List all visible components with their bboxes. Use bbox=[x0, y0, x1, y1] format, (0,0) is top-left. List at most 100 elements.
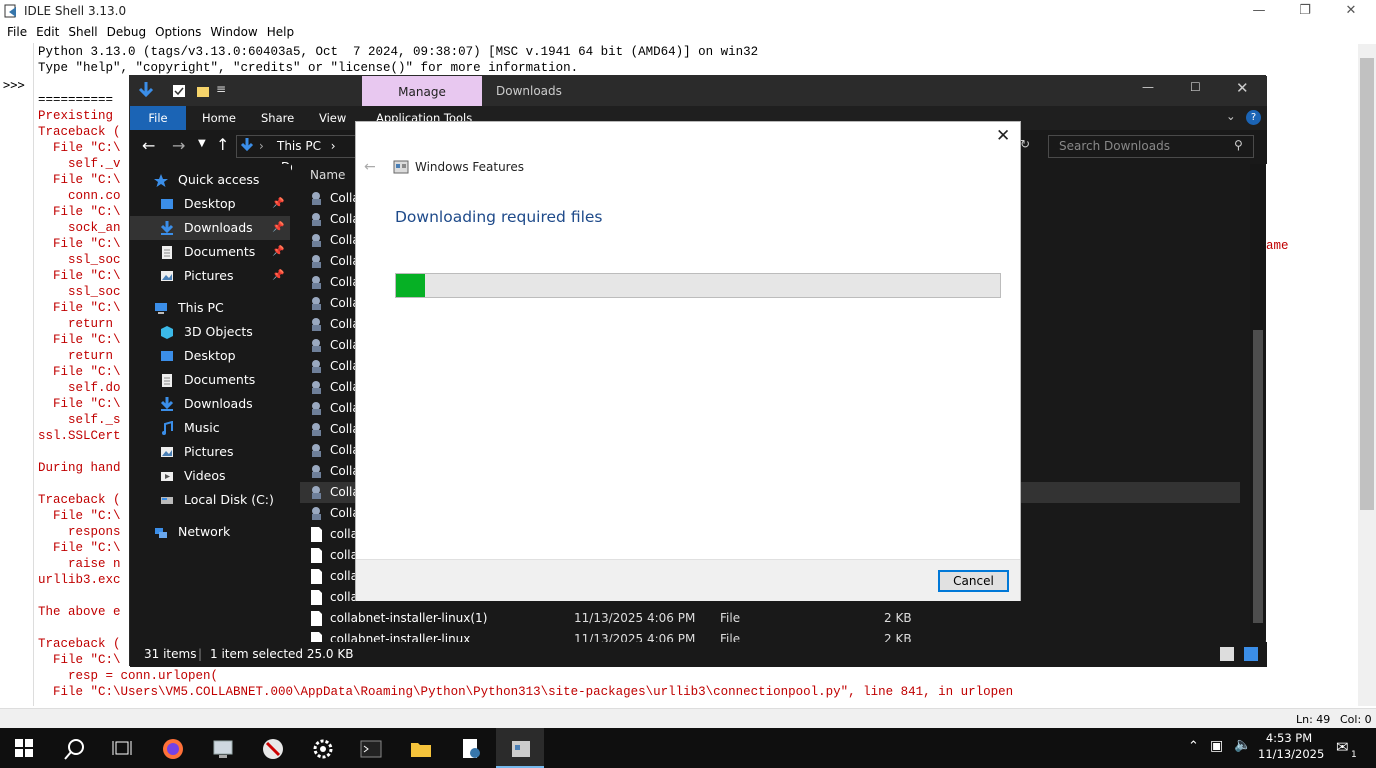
taskbar-terminal[interactable] bbox=[346, 728, 394, 768]
nav-item-downloads[interactable]: Downloads 📌 bbox=[130, 216, 290, 240]
qat-dropdown-icon[interactable]: ≡ bbox=[216, 82, 226, 96]
clock[interactable]: 4:53 PM 11/13/2025 bbox=[1258, 730, 1324, 762]
nav-item-3d-objects[interactable]: 3D Objects bbox=[130, 320, 290, 344]
nav-item-desktop[interactable]: Desktop 📌 bbox=[130, 192, 290, 216]
file-list-scrollbar[interactable] bbox=[1250, 164, 1266, 640]
recent-chevron-icon[interactable]: ▼ bbox=[198, 138, 206, 149]
nav-item-network[interactable]: Network bbox=[130, 520, 290, 544]
minimize-button[interactable]: — bbox=[1142, 80, 1154, 94]
tab-share[interactable]: Share bbox=[261, 106, 294, 130]
installer-icon bbox=[312, 234, 321, 247]
tab-file[interactable]: File bbox=[130, 106, 186, 130]
download-location-icon bbox=[240, 138, 254, 152]
minimize-button[interactable]: — bbox=[1236, 0, 1282, 22]
tab-view[interactable]: View bbox=[319, 106, 346, 130]
taskbar-windows-features[interactable] bbox=[496, 728, 544, 768]
chevron-down-icon[interactable]: ⌄ bbox=[1226, 109, 1236, 123]
explorer-status-bar: 31 items | 1 item selected 25.0 KB bbox=[130, 642, 1267, 667]
nav-item-label: This PC bbox=[178, 300, 224, 315]
nav-item-desktop[interactable]: Desktop bbox=[130, 344, 290, 368]
volume-muted-icon[interactable]: 🔈 bbox=[1234, 737, 1251, 753]
nav-item-downloads[interactable]: Downloads bbox=[130, 392, 290, 416]
manage-tab[interactable]: Manage bbox=[362, 76, 482, 106]
file-name: colla bbox=[330, 569, 358, 583]
menu-shell[interactable]: Shell bbox=[61, 23, 97, 39]
nav-item-local-disk-c[interactable]: Local Disk (C:) bbox=[130, 488, 290, 512]
download-progress-bar bbox=[395, 273, 1001, 298]
nav-item-videos[interactable]: Videos bbox=[130, 464, 290, 488]
search-button[interactable] bbox=[50, 728, 98, 768]
up-arrow-icon[interactable]: ↑ bbox=[216, 135, 229, 154]
idle-scrollbar[interactable] bbox=[1358, 44, 1376, 706]
forward-arrow-icon[interactable]: → bbox=[172, 136, 185, 155]
installer-icon bbox=[312, 444, 321, 457]
pc-icon bbox=[155, 303, 167, 314]
menu-debug[interactable]: Debug bbox=[100, 23, 146, 39]
pin-icon: 📌 bbox=[272, 222, 285, 233]
nav-item-label: Local Disk (C:) bbox=[184, 492, 274, 507]
pictures-icon bbox=[161, 271, 173, 281]
nav-item-documents[interactable]: Documents bbox=[130, 368, 290, 392]
task-view-button[interactable] bbox=[98, 728, 146, 768]
scroll-thumb[interactable] bbox=[1360, 58, 1374, 510]
taskbar-firefox[interactable] bbox=[148, 728, 196, 768]
file-type: File bbox=[720, 611, 741, 625]
large-icons-view-icon[interactable] bbox=[1244, 647, 1258, 661]
back-arrow-icon[interactable]: ← bbox=[364, 159, 376, 175]
new-folder-icon[interactable] bbox=[196, 84, 210, 98]
dialog-heading: Downloading required files bbox=[395, 208, 603, 226]
taskbar-remote-desktop[interactable] bbox=[198, 728, 246, 768]
search-icon[interactable]: ⚲ bbox=[1234, 138, 1243, 152]
nav-item-quick-access[interactable]: Quick access bbox=[130, 168, 290, 192]
nav-item-music[interactable]: Music bbox=[130, 416, 290, 440]
menu-help[interactable]: Help bbox=[260, 23, 294, 39]
network-icon[interactable]: ▣ bbox=[1210, 738, 1223, 754]
search-input[interactable]: Search Downloads bbox=[1048, 135, 1254, 158]
installer-icon bbox=[312, 339, 321, 352]
nav-item-pictures[interactable]: Pictures 📌 bbox=[130, 264, 290, 288]
cancel-button[interactable]: Cancel bbox=[938, 570, 1009, 592]
tab-home[interactable]: Home bbox=[202, 106, 236, 130]
file-icon bbox=[311, 611, 322, 626]
show-hidden-icons-icon[interactable]: ⌃ bbox=[1188, 739, 1199, 754]
back-arrow-icon[interactable]: ← bbox=[142, 136, 155, 155]
breadcrumb-this-pc[interactable]: This PC bbox=[277, 139, 321, 153]
properties-icon[interactable] bbox=[172, 84, 186, 98]
address-bar[interactable]: › This PC › Do bbox=[236, 135, 356, 174]
nav-item-this-pc[interactable]: This PC bbox=[130, 296, 290, 320]
shell-line: resp = conn.urlopen( bbox=[38, 669, 219, 683]
dialog-close-button[interactable]: ✕ bbox=[996, 126, 1010, 146]
download-arrow-icon[interactable] bbox=[138, 82, 154, 100]
help-icon[interactable]: ? bbox=[1246, 110, 1261, 125]
idle-menu-bar: File Edit Shell Debug Options Window Help bbox=[0, 23, 296, 43]
taskbar-app[interactable] bbox=[248, 728, 296, 768]
menu-edit[interactable]: Edit bbox=[29, 23, 59, 39]
windows-features-icon bbox=[512, 741, 530, 757]
installer-icon bbox=[312, 423, 321, 436]
nav-item-documents[interactable]: Documents 📌 bbox=[130, 240, 290, 264]
maximize-button[interactable]: ❐ bbox=[1282, 0, 1328, 22]
prompt: >>> bbox=[3, 78, 25, 92]
notification-center-icon[interactable]: ✉ bbox=[1336, 738, 1349, 756]
status-separator: | bbox=[198, 647, 203, 661]
installer-icon bbox=[312, 318, 321, 331]
refresh-icon[interactable]: ↻ bbox=[1020, 137, 1030, 151]
close-button[interactable]: ✕ bbox=[1236, 79, 1249, 97]
taskbar-python[interactable] bbox=[446, 728, 494, 768]
start-button[interactable] bbox=[0, 728, 48, 768]
file-row[interactable]: collabnet-installer-linux(1) 11/13/2025 4… bbox=[300, 608, 1240, 629]
notification-count: 1 bbox=[1349, 750, 1359, 760]
taskbar-settings[interactable] bbox=[298, 728, 346, 768]
menu-options[interactable]: Options bbox=[148, 23, 201, 39]
close-button[interactable]: ✕ bbox=[1328, 0, 1374, 22]
menu-window[interactable]: Window bbox=[203, 23, 257, 39]
menu-file[interactable]: File bbox=[0, 23, 27, 39]
scroll-thumb[interactable] bbox=[1253, 330, 1263, 623]
taskbar-file-explorer[interactable] bbox=[396, 728, 444, 768]
maximize-button[interactable]: ☐ bbox=[1190, 80, 1201, 94]
details-view-icon[interactable] bbox=[1220, 647, 1234, 661]
shell-line: File "C:\Users\VM5.COLLABNET.000\AppData… bbox=[38, 685, 1014, 699]
pin-icon: 📌 bbox=[272, 198, 285, 209]
nav-item-pictures[interactable]: Pictures bbox=[130, 440, 290, 464]
column-header-name[interactable]: Name bbox=[310, 168, 345, 182]
